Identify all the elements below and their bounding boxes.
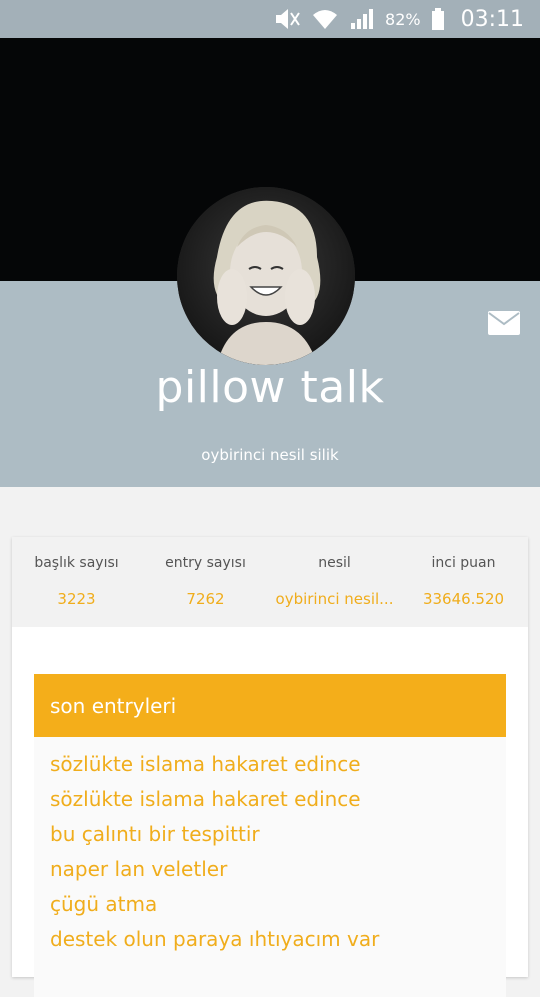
signal-icon (349, 7, 375, 31)
entry-link[interactable]: çügü atma (50, 887, 506, 922)
entry-link[interactable]: bu çalıntı bir tespittir (50, 817, 506, 852)
stat-value: 33646.520 (422, 590, 505, 608)
battery-percent: 82% (385, 9, 421, 29)
recent-entries-header: son entryleri (34, 674, 506, 737)
message-button[interactable] (488, 311, 520, 335)
stat-topic-count: başlık sayısı 3223 (12, 537, 141, 627)
stat-generation: nesil oybirinci nesil... (270, 537, 399, 627)
stats-row: başlık sayısı 3223 entry sayısı 7262 nes… (12, 537, 528, 627)
battery-icon (431, 7, 445, 31)
stat-entry-count: entry sayısı 7262 (141, 537, 270, 627)
stat-label: başlık sayısı (34, 555, 119, 571)
stat-value: 7262 (186, 590, 225, 608)
profile-card: başlık sayısı 3223 entry sayısı 7262 nes… (12, 537, 528, 997)
profile-subtitle: oybirinci nesil silik (201, 446, 339, 464)
stat-label: entry sayısı (165, 555, 246, 571)
status-bar: 82% 03:11 (0, 0, 540, 38)
recent-entries-list: sözlükte islama hakaret edince sözlükte … (34, 737, 506, 997)
mute-icon (273, 7, 301, 31)
stat-label: inci puan (431, 555, 496, 571)
stat-karma: inci puan 33646.520 (399, 537, 528, 627)
profile-username: pillow talk (155, 362, 385, 413)
entry-link[interactable]: sözlükte islama hakaret edince (50, 747, 506, 782)
stat-label: nesil (318, 555, 351, 571)
clock: 03:11 (460, 6, 524, 32)
mail-icon (488, 311, 520, 335)
entry-link[interactable]: naper lan veletler (50, 852, 506, 887)
stat-value: oybirinci nesil... (275, 590, 394, 608)
entry-link[interactable]: sözlükte islama hakaret edince (50, 782, 506, 817)
entry-link[interactable]: destek olun paraya ıhtıyacım var (50, 922, 506, 957)
avatar[interactable] (177, 187, 355, 365)
wifi-icon (311, 7, 339, 31)
stat-value: 3223 (57, 590, 96, 608)
